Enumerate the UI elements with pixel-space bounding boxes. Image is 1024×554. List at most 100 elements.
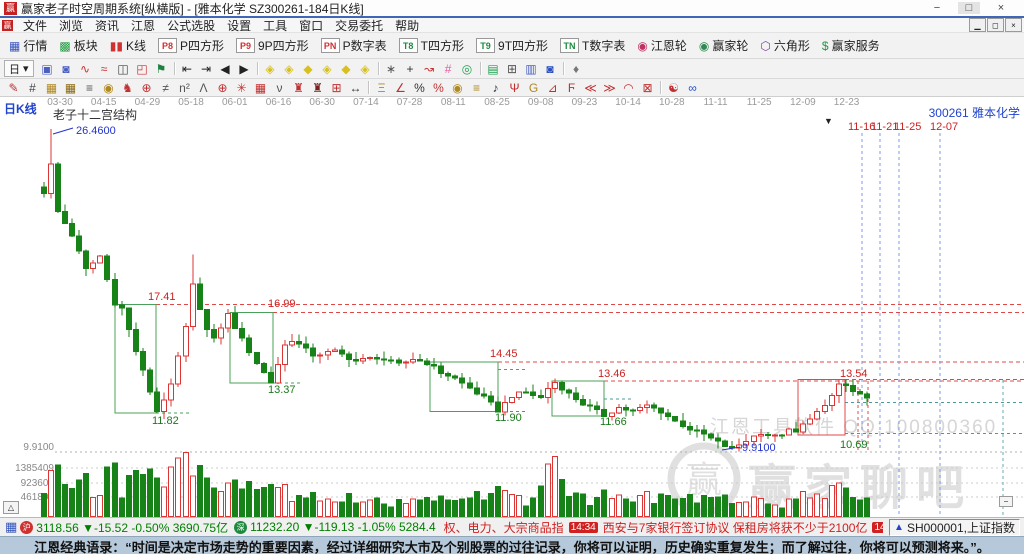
menu-tools[interactable]: 工具 (257, 17, 293, 34)
zigzag-trend-icon[interactable]: ∿ (76, 61, 95, 77)
resistance-lines-icon[interactable]: ≫ (600, 80, 619, 96)
toolbar-winner-service-button[interactable]: $赢家服务 (817, 36, 885, 55)
wheel-24-icon[interactable]: ⊕ (137, 80, 156, 96)
period-dropdown[interactable]: 日 ▾ (4, 60, 34, 77)
menu-help[interactable]: 帮助 (389, 17, 425, 34)
red-square-grid-icon[interactable]: ▦ (251, 80, 270, 96)
gann-diamond-horizontal-icon[interactable]: ◆ (299, 61, 318, 77)
menu-file[interactable]: 文件 (17, 17, 53, 34)
toolbar-9p-square-button[interactable]: P99P四方形 (231, 36, 314, 55)
save-icon[interactable]: ◙ (541, 61, 560, 77)
last-bar-icon[interactable]: ⇥ (197, 61, 216, 77)
gann-diamond-expand-icon[interactable]: ◈ (356, 61, 375, 77)
field-grid-icon[interactable]: ⊞ (327, 80, 346, 96)
pagoda-dark-icon[interactable]: ♜ (308, 80, 327, 96)
sz-index-values[interactable]: 11232.20 ▼-119.13 -1.05% 5284.4 (250, 520, 436, 534)
box-cross-icon[interactable]: ⊠ (638, 80, 657, 96)
toolbar-sectors-button[interactable]: ▩板块 (54, 36, 102, 55)
price-steps-icon[interactable]: ≡ (80, 80, 99, 96)
square-of-nine-icon[interactable]: ▦ (42, 80, 61, 96)
news-ticker-item[interactable]: 西安与7家银行签订协议 保租房将获不少于2100亿 (603, 519, 868, 536)
toolbar-t-table-button[interactable]: TNT数字表 (555, 36, 630, 55)
candle-style-icon[interactable]: ◫ (114, 61, 133, 77)
toolbar-hexagon-button[interactable]: ⬡六角形 (755, 36, 815, 55)
gann-diamond-vertical-icon[interactable]: ◆ (337, 61, 356, 77)
spiral-calendar-icon[interactable]: ◉ (99, 80, 118, 96)
toolbar-gann-wheel-button[interactable]: ◉江恩轮 (632, 36, 692, 55)
square-of-twelve-icon[interactable]: ▦ (61, 80, 80, 96)
info-panel-icon[interactable]: ◙ (57, 61, 76, 77)
menu-settings[interactable]: 设置 (221, 17, 257, 34)
taiji-icon[interactable]: ☯ (664, 80, 683, 96)
gann-diamond-right-icon[interactable]: ◈ (280, 61, 299, 77)
gold-gann-icon[interactable]: G (524, 80, 543, 96)
percent-retrace-icon[interactable]: % (429, 80, 448, 96)
three-rails-icon[interactable]: Ξ (372, 80, 391, 96)
first-bar-icon[interactable]: ⇤ (178, 61, 197, 77)
tempo-icon[interactable]: ♪ (486, 80, 505, 96)
menu-formula-picker[interactable]: 公式选股 (161, 17, 221, 34)
golden-ring-icon[interactable]: ◉ (448, 80, 467, 96)
toolbar-quotes-button[interactable]: ▦行情 (4, 36, 52, 55)
pagoda-icon[interactable]: ♜ (289, 80, 308, 96)
span-arrows-icon[interactable]: ↔ (346, 80, 365, 96)
grid-net-icon[interactable]: # (439, 61, 458, 77)
notebook-icon[interactable]: ▥ (522, 61, 541, 77)
window-minimize-button[interactable]: − (926, 2, 948, 14)
speed-lines-icon[interactable]: ≪ (581, 80, 600, 96)
time-cycle-icon[interactable]: ◎ (458, 61, 477, 77)
toolbar-kline-button[interactable]: ▮▮K线 (105, 36, 151, 55)
menu-browse[interactable]: 浏览 (53, 17, 89, 34)
child-close-button[interactable]: × (1005, 18, 1022, 32)
data-truck-icon[interactable]: ♦ (567, 61, 586, 77)
percent-icon[interactable]: % (410, 80, 429, 96)
sh-index-values[interactable]: 3118.56 ▼-15.52 -0.50% 3690.75亿 (36, 519, 228, 536)
calendar-icon[interactable]: ▤ (484, 61, 503, 77)
chart-frame-icon[interactable]: ▣ (38, 61, 57, 77)
toolbar-winner-wheel-button[interactable]: ◉赢家轮 (694, 36, 754, 55)
fan-lines-icon[interactable]: Ϝ (562, 80, 581, 96)
zigzag-wave-icon[interactable]: ≈ (95, 61, 114, 77)
calculator-icon[interactable]: ⊞ (503, 61, 522, 77)
window-maximize-button[interactable]: □ (958, 2, 980, 14)
freehand-curve-icon[interactable]: ↝ (420, 61, 439, 77)
knight-cycle-icon[interactable]: ♞ (118, 80, 137, 96)
toolbar-t-square-button[interactable]: T8T四方形 (394, 36, 469, 55)
highlight-box-icon[interactable]: ◰ (133, 61, 152, 77)
prev-bar-icon[interactable]: ◀ (216, 61, 235, 77)
wedge-icon[interactable]: ⊿ (543, 80, 562, 96)
menu-trade[interactable]: 交易委托 (329, 17, 389, 34)
collapse-pane-button[interactable]: − (999, 496, 1013, 507)
crosshair-icon[interactable]: + (401, 61, 420, 77)
golden-rails-icon[interactable]: ≡ (467, 80, 486, 96)
toolbar-9t-square-button[interactable]: T99T四方形 (471, 36, 553, 55)
infinity-icon[interactable]: ∞ (683, 80, 702, 96)
kline-chart[interactable]: 江恩工具软件 QQ:100800360赢赢家聊吧03-3004-1504-290… (0, 97, 1024, 517)
next-bar-icon[interactable]: ▶ (235, 61, 254, 77)
toolbar-p-table-button[interactable]: PNP数字表 (316, 36, 392, 55)
double-rail-icon[interactable]: ≠ (156, 80, 175, 96)
keypad-icon[interactable]: ▦ (5, 519, 17, 535)
menu-gann[interactable]: 江恩 (125, 17, 161, 34)
child-minimize-button[interactable]: ▁ (969, 18, 986, 32)
child-restore-button[interactable]: ◻ (987, 18, 1004, 32)
menu-window[interactable]: 窗口 (293, 17, 329, 34)
flag-marker-icon[interactable]: ⚑ (152, 61, 171, 77)
toolbar-p-square-button[interactable]: P8P四方形 (153, 36, 229, 55)
compass-draw-icon[interactable]: ✎ (4, 80, 23, 96)
arc-fan-icon[interactable]: ◠ (619, 80, 638, 96)
current-index-field[interactable]: ▲ SH000001,上证指数 (889, 519, 1020, 536)
gann-target-icon[interactable]: ⊕ (213, 80, 232, 96)
star-rays-icon[interactable]: ✳ (232, 80, 251, 96)
angle-peak-icon[interactable]: Λ (194, 80, 213, 96)
gann-grid-icon[interactable]: # (23, 80, 42, 96)
pitchfork-icon[interactable]: Ψ (505, 80, 524, 96)
angle-degree-icon[interactable]: ∠ (391, 80, 410, 96)
news-ticker-item[interactable]: 权、电力、大宗商品指 (444, 519, 564, 536)
n-square-icon[interactable]: n² (175, 80, 194, 96)
hand-tool-icon[interactable]: ∗ (382, 61, 401, 77)
window-close-button[interactable]: × (990, 2, 1012, 14)
menu-news[interactable]: 资讯 (89, 17, 125, 34)
kline-chart-area[interactable]: 江恩工具软件 QQ:100800360赢赢家聊吧03-3004-1504-290… (0, 97, 1024, 517)
wave-ruler-icon[interactable]: ν (270, 80, 289, 96)
